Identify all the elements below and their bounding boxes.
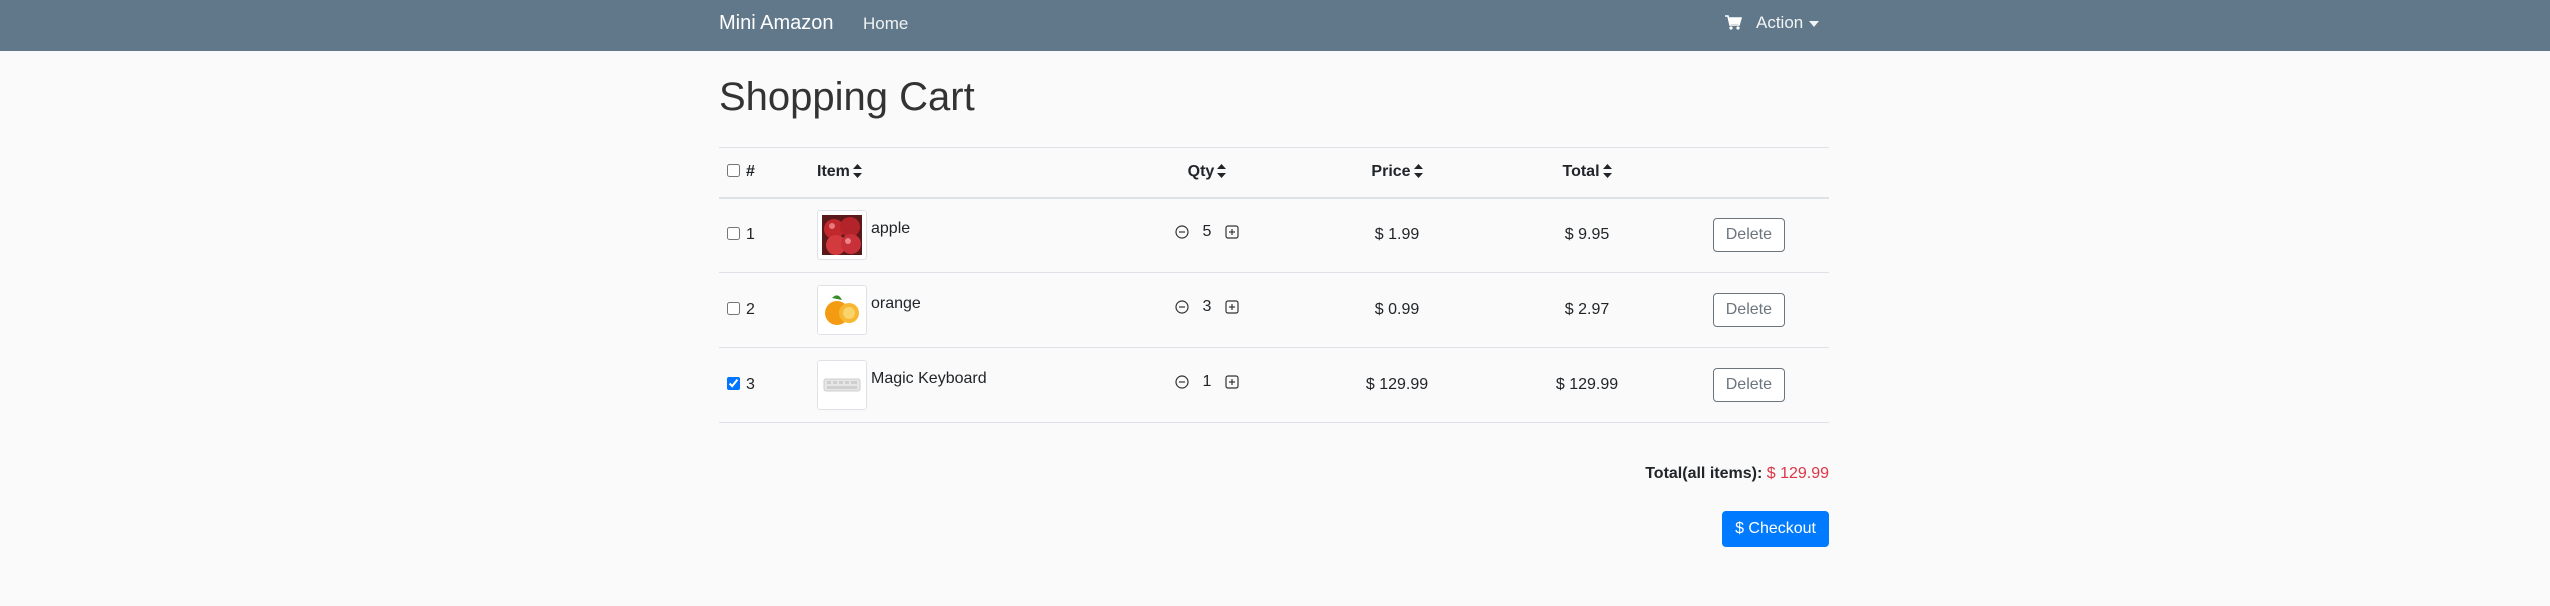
item-name[interactable]: orange [871,295,921,312]
item-cell: apple [817,198,1127,273]
table-row: 3 Magic Keyboard 1 $ 129.99 $ 129.99 Del… [719,348,1829,423]
action-dropdown[interactable]: Action [1756,13,1820,33]
brand-link[interactable]: Mini Amazon [719,12,834,35]
header-price[interactable]: Price [1287,148,1507,198]
row-num-cell: 1 [719,198,817,273]
cart-summary: Total(all items): $ 129.99 [1645,465,1829,483]
header-item-label: Item [817,163,850,181]
total-cell: $ 2.97 [1564,301,1610,318]
qty-value: 5 [1202,222,1212,240]
header-total[interactable]: Total [1507,148,1667,198]
item-cell: Magic Keyboard [817,348,1127,423]
minus-icon[interactable] [1174,225,1189,239]
delete-button[interactable]: Delete [1712,293,1785,327]
cart-table: # Item Qty Price Total 1 apple 5 $ 1.99 … [719,147,1829,423]
qty-cell: 5 [1127,198,1287,273]
navbar: Mini Amazon Home Action [0,0,2550,51]
shopping-cart-icon[interactable] [1724,15,1743,31]
chevron-down-icon [1809,20,1820,27]
table-header-row: # Item Qty Price Total [719,147,1829,198]
total-cell: $ 9.95 [1564,226,1610,244]
header-action [1667,148,1829,198]
checkout-button[interactable]: $ Checkout [1722,511,1829,547]
price-cell: $ 0.99 [1374,301,1420,318]
sort-icon [1602,164,1612,179]
item-name[interactable]: Magic Keyboard [871,370,987,387]
price-cell: $ 1.99 [1374,226,1420,244]
header-total-label: Total [1562,163,1600,181]
nav-home-link[interactable]: Home [863,14,908,34]
header-qty[interactable]: Qty [1127,148,1287,198]
qty-value: 3 [1202,297,1212,315]
qty-cell: 1 [1127,348,1287,423]
header-qty-label: Qty [1187,163,1215,181]
delete-button[interactable]: Delete [1712,368,1785,402]
row-num: 2 [746,301,755,318]
row-num-cell: 3 [719,348,817,423]
qty-value: 1 [1202,372,1212,390]
row-checkbox[interactable] [727,227,740,241]
header-price-label: Price [1371,163,1411,181]
row-num: 3 [746,376,755,393]
plus-icon[interactable] [1225,225,1240,239]
qty-cell: 3 [1127,273,1287,348]
action-cell: Delete [1667,273,1829,348]
apple-thumbnail[interactable] [817,210,867,261]
plus-icon[interactable] [1225,374,1240,389]
table-row: 2 orange 3 $ 0.99 $ 2.97 Delete [719,273,1829,348]
summary-label: Total(all items): [1645,465,1763,482]
header-num-label: # [746,163,755,181]
sort-icon [1413,164,1423,179]
minus-icon[interactable] [1174,374,1189,389]
action-cell: Delete [1667,348,1829,423]
sort-icon [852,164,862,179]
price-cell: $ 129.99 [1365,376,1429,393]
item-cell: orange [817,273,1127,348]
page-title: Shopping Cart [719,75,975,119]
nav-right: Action [1724,13,1820,33]
select-all-checkbox[interactable] [727,164,740,178]
header-num: # [719,148,817,198]
total-cell: $ 129.99 [1555,376,1619,393]
row-checkbox[interactable] [727,302,740,315]
delete-button[interactable]: Delete [1712,218,1785,253]
header-item[interactable]: Item [817,148,1127,198]
sort-icon [1217,164,1227,179]
plus-icon[interactable] [1225,299,1240,314]
keyboard-thumbnail[interactable] [817,360,867,410]
summary-amount: $ 129.99 [1766,465,1829,482]
minus-icon[interactable] [1174,299,1189,314]
action-dropdown-label: Action [1756,13,1804,32]
row-num: 1 [746,226,755,244]
row-checkbox[interactable] [727,377,740,390]
row-num-cell: 2 [719,273,817,348]
action-cell: Delete [1667,198,1829,273]
orange-thumbnail[interactable] [817,285,867,335]
table-row: 1 apple 5 $ 1.99 $ 9.95 Delete [719,198,1829,273]
item-name[interactable]: apple [871,220,910,237]
